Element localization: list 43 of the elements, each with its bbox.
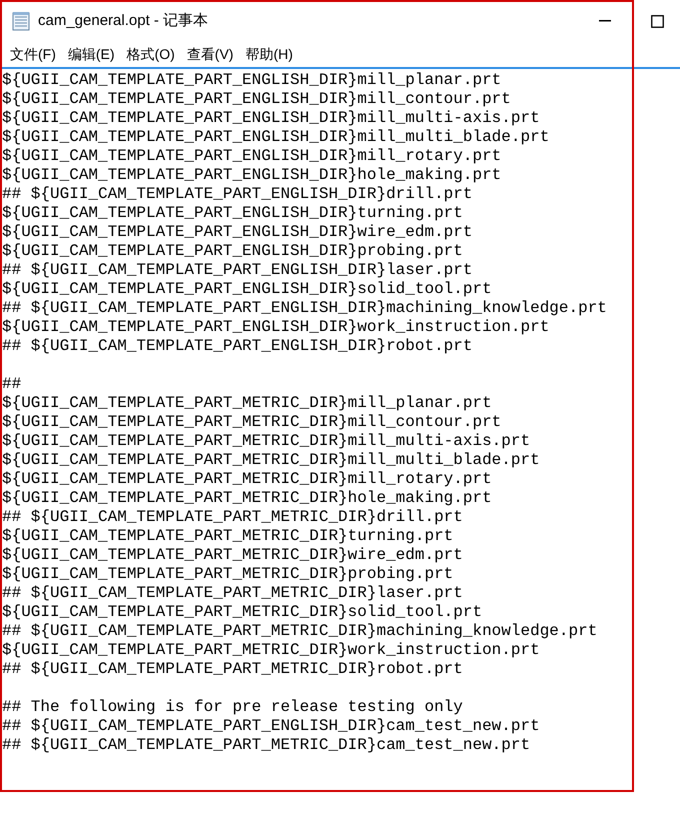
text-line: ${UGII_CAM_TEMPLATE_PART_METRIC_DIR}hole_making.prt (2, 489, 492, 508)
text-line: ${UGII_CAM_TEMPLATE_PART_METRIC_DIR}wire_edm.prt (2, 546, 463, 565)
menu-item[interactable]: 查看(V) (182, 44, 238, 65)
text-line: ${UGII_CAM_TEMPLATE_PART_METRIC_DIR}mill_contour.prt (2, 413, 502, 432)
text-line: ## ${UGII_CAM_TEMPLATE_PART_METRIC_DIR}cam_test_new.prt (2, 736, 530, 755)
text-line: ## ${UGII_CAM_TEMPLATE_PART_ENGLISH_DIR}laser.prt (2, 261, 472, 280)
text-line: ${UGII_CAM_TEMPLATE_PART_METRIC_DIR}mill_multi-axis.prt (2, 432, 530, 451)
text-line: ## ${UGII_CAM_TEMPLATE_PART_METRIC_DIR}robot.prt (2, 660, 463, 679)
minimize-icon (599, 20, 611, 22)
text-line: ${UGII_CAM_TEMPLATE_PART_ENGLISH_DIR}work_instruction.prt (2, 318, 550, 337)
text-line: ## ${UGII_CAM_TEMPLATE_PART_METRIC_DIR}laser.prt (2, 584, 463, 603)
menu-item[interactable]: 格式(O) (122, 44, 179, 65)
text-line: ${UGII_CAM_TEMPLATE_PART_ENGLISH_DIR}wire_edm.prt (2, 223, 472, 242)
text-line: ${UGII_CAM_TEMPLATE_PART_METRIC_DIR}probing.prt (2, 565, 454, 584)
text-line: ${UGII_CAM_TEMPLATE_PART_ENGLISH_DIR}solid_tool.prt (2, 280, 492, 299)
text-line: ${UGII_CAM_TEMPLATE_PART_METRIC_DIR}mill_planar.prt (2, 394, 492, 413)
text-line: ${UGII_CAM_TEMPLATE_PART_METRIC_DIR}work_instruction.prt (2, 641, 540, 660)
text-line: ## ${UGII_CAM_TEMPLATE_PART_ENGLISH_DIR}cam_test_new.prt (2, 717, 540, 736)
text-line: ${UGII_CAM_TEMPLATE_PART_METRIC_DIR}mill_multi_blade.prt (2, 451, 540, 470)
text-line: ${UGII_CAM_TEMPLATE_PART_ENGLISH_DIR}mill_multi_blade.prt (2, 128, 550, 147)
text-line: ${UGII_CAM_TEMPLATE_PART_ENGLISH_DIR}mill_rotary.prt (2, 147, 502, 166)
text-line: ## ${UGII_CAM_TEMPLATE_PART_METRIC_DIR}drill.prt (2, 508, 463, 527)
notepad-icon (12, 11, 30, 31)
text-line: ${UGII_CAM_TEMPLATE_PART_METRIC_DIR}mill_rotary.prt (2, 470, 492, 489)
text-line: ## ${UGII_CAM_TEMPLATE_PART_ENGLISH_DIR}drill.prt (2, 185, 472, 204)
text-line: ${UGII_CAM_TEMPLATE_PART_METRIC_DIR}turning.prt (2, 527, 454, 546)
menu-item[interactable]: 文件(F) (6, 44, 60, 65)
text-line: ${UGII_CAM_TEMPLATE_PART_ENGLISH_DIR}mill_contour.prt (2, 90, 511, 109)
text-line: ## (2, 375, 22, 394)
text-line: ## ${UGII_CAM_TEMPLATE_PART_METRIC_DIR}machining_knowledge.prt (2, 622, 598, 641)
text-line: ${UGII_CAM_TEMPLATE_PART_ENGLISH_DIR}hole_making.prt (2, 166, 502, 185)
text-line: ## ${UGII_CAM_TEMPLATE_PART_ENGLISH_DIR}machining_knowledge.prt (2, 299, 607, 318)
text-line: ## The following is for pre release testing only (2, 698, 463, 717)
text-line: ${UGII_CAM_TEMPLATE_PART_ENGLISH_DIR}mill_multi-axis.prt (2, 109, 540, 128)
text-line: ${UGII_CAM_TEMPLATE_PART_ENGLISH_DIR}mill_planar.prt (2, 71, 502, 90)
maximize-icon (650, 14, 664, 28)
window-title: cam_general.opt - 记事本 (38, 10, 208, 31)
text-line: ## ${UGII_CAM_TEMPLATE_PART_ENGLISH_DIR}robot.prt (2, 337, 472, 356)
text-line: ${UGII_CAM_TEMPLATE_PART_ENGLISH_DIR}turning.prt (2, 204, 463, 223)
menu-item[interactable]: 编辑(E) (64, 44, 119, 65)
menu-item[interactable]: 帮助(H) (241, 44, 297, 65)
text-line: ${UGII_CAM_TEMPLATE_PART_METRIC_DIR}solid_tool.prt (2, 603, 482, 622)
text-line: ${UGII_CAM_TEMPLATE_PART_ENGLISH_DIR}probing.prt (2, 242, 463, 261)
